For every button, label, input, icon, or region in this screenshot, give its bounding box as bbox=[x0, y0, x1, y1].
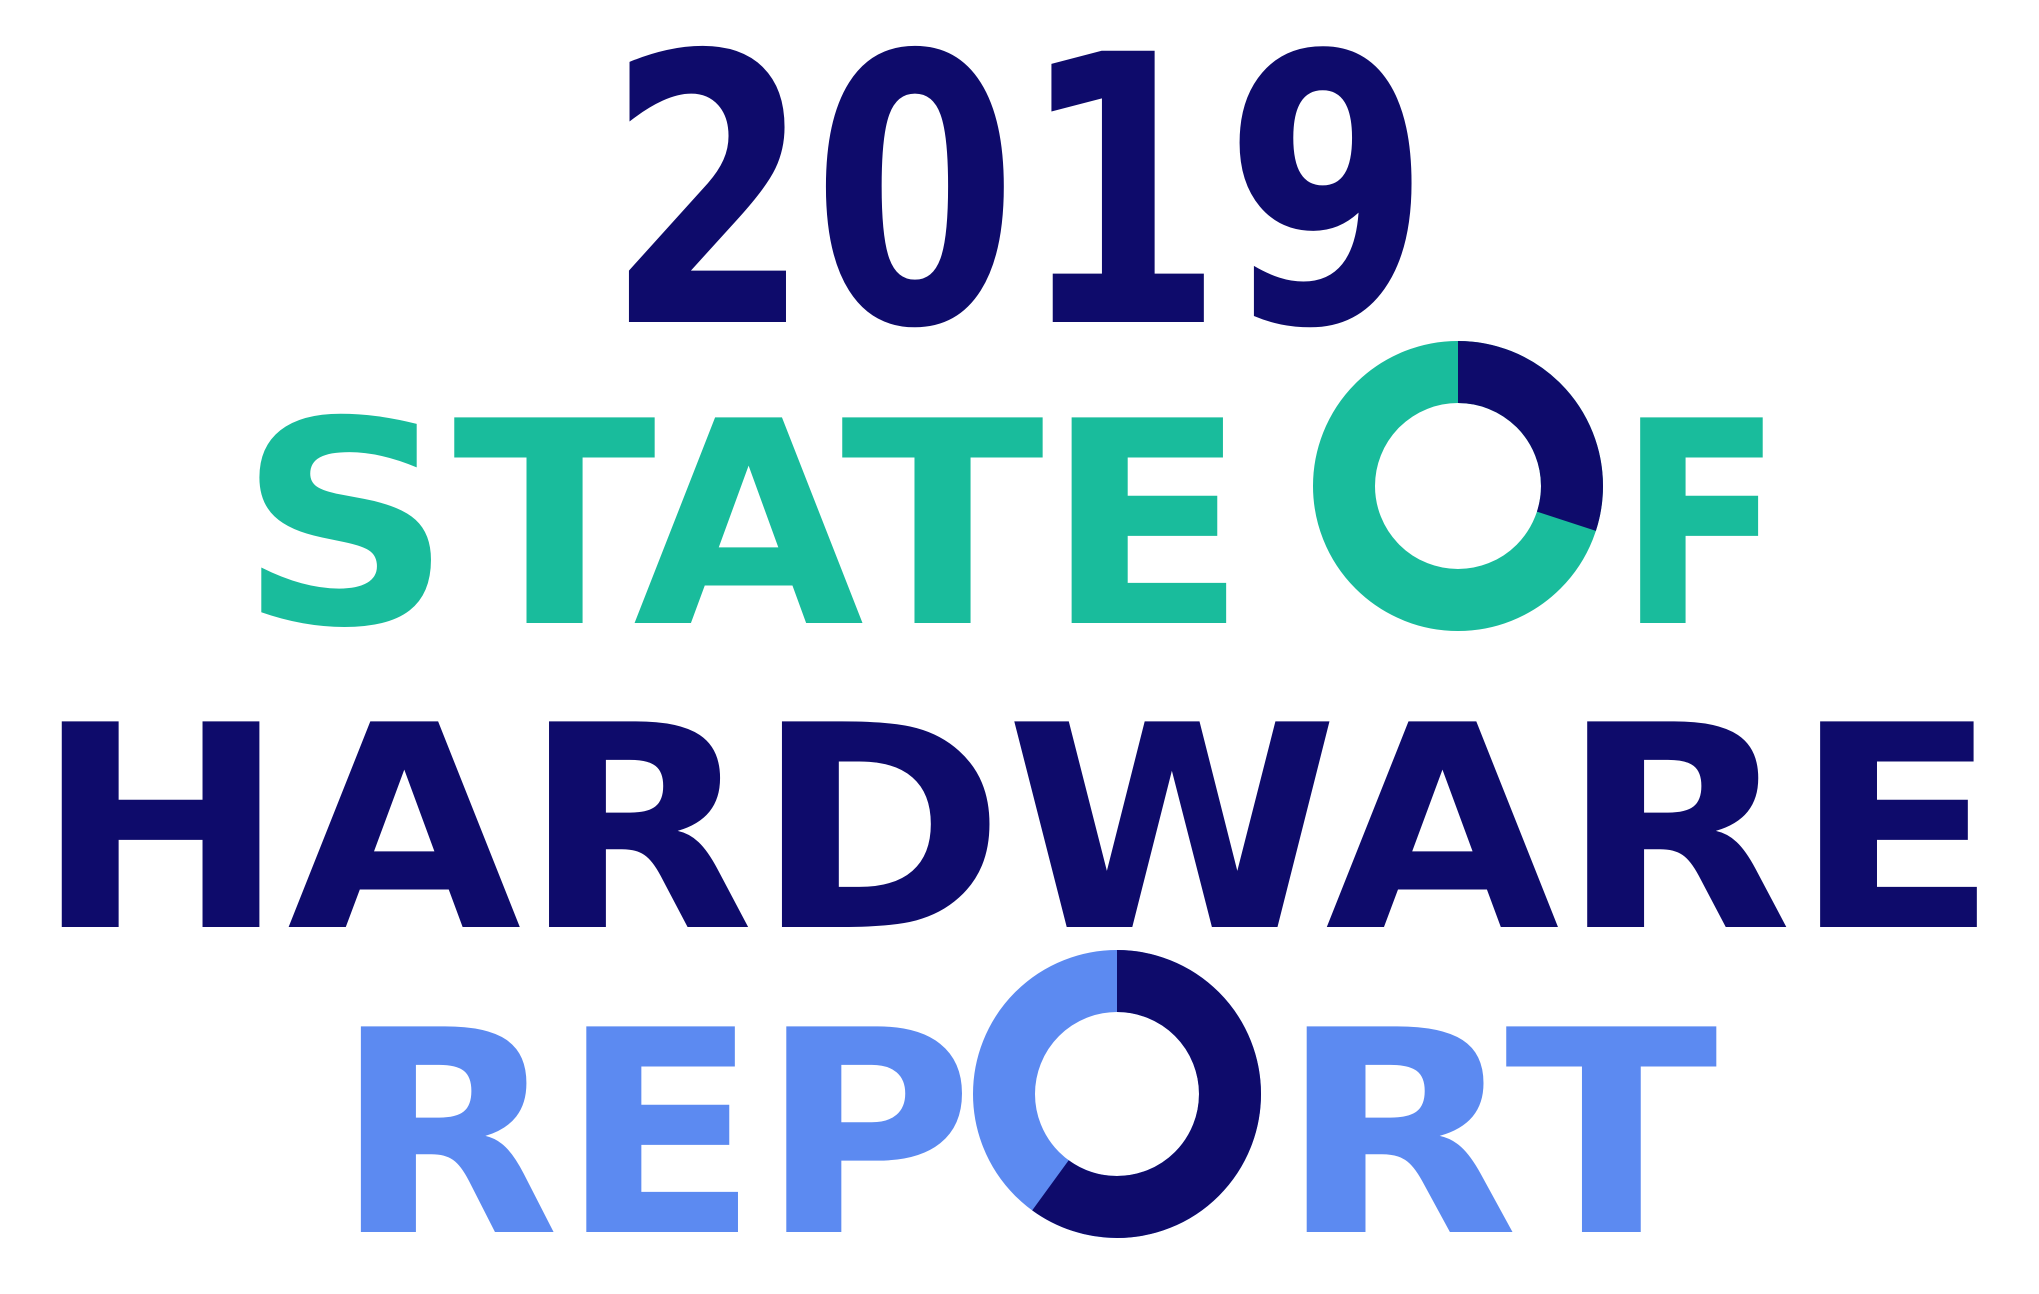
logo-word-hardware: HARDWARE bbox=[34, 665, 1999, 994]
logo-year: 2019 bbox=[606, 0, 1431, 410]
report-logo: 2019 STATE F HARDWARE REP RT bbox=[0, 0, 2039, 1294]
logo-word-rep: REP bbox=[334, 970, 974, 1294]
logo-word-state: STATE bbox=[238, 361, 1248, 690]
logo-word-rt: RT bbox=[1278, 970, 1720, 1294]
logo-word-f: F bbox=[1618, 361, 1783, 690]
donut-o-state bbox=[1313, 341, 1603, 631]
donut-o-report bbox=[973, 950, 1261, 1238]
